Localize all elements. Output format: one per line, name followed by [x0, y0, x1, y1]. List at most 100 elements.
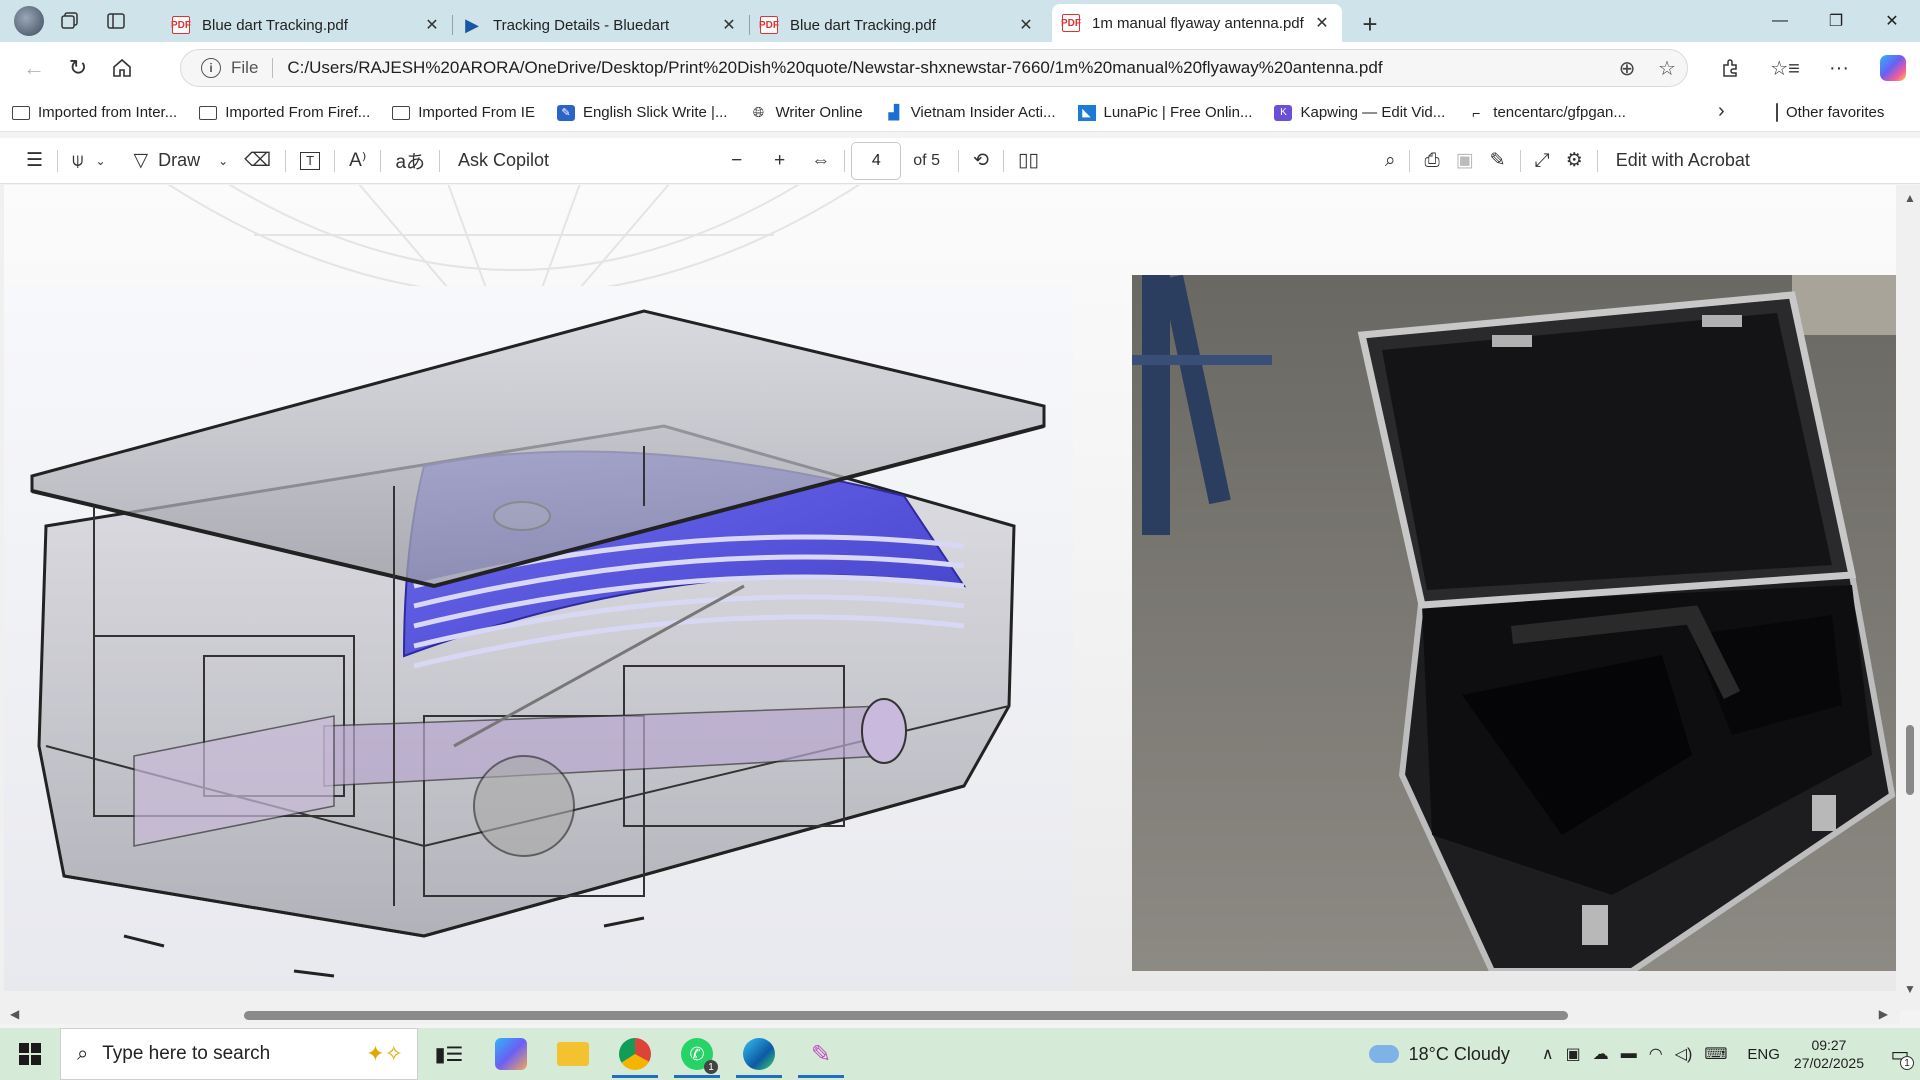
ask-copilot-button[interactable]: Ask Copilot	[446, 143, 557, 179]
other-favorites[interactable]: Other favorites	[1776, 103, 1884, 122]
pdf-icon: PDF	[759, 16, 779, 34]
address-bar[interactable]: i File C:/Users/RAJESH%20ARORA/OneDrive/…	[180, 49, 1688, 87]
whatsapp-button[interactable]: ✆ 1	[666, 1028, 728, 1080]
close-icon[interactable]: ✕	[719, 15, 739, 35]
edit-with-acrobat-button[interactable]: Edit with Acrobat	[1604, 143, 1758, 179]
tab-flyaway-antenna[interactable]: PDF 1m manual flyaway antenna.pdf ✕	[1052, 4, 1342, 42]
close-window-icon[interactable]: ✕	[1864, 0, 1920, 42]
chevron-down-icon[interactable]: ⌄	[218, 154, 228, 168]
scroll-up-icon[interactable]: ▲	[1904, 191, 1916, 205]
close-icon[interactable]: ✕	[1016, 15, 1036, 35]
vertical-scrollbar[interactable]: ▲ ▼	[1900, 185, 1920, 1010]
close-icon[interactable]: ✕	[422, 15, 442, 35]
favorite-item-imported-firefox[interactable]: Imported From Firef...	[199, 104, 370, 121]
tab-blue-dart-2[interactable]: PDF Blue dart Tracking.pdf ✕	[750, 8, 1046, 42]
start-button[interactable]	[0, 1028, 60, 1080]
refresh-button[interactable]: ↻	[56, 48, 100, 88]
favorite-item-vietnam-insider[interactable]: ▟ Vietnam Insider Acti...	[885, 104, 1055, 121]
info-icon[interactable]: i	[201, 58, 221, 78]
save-as-button[interactable]: ✎	[1482, 143, 1514, 179]
chevron-right-icon[interactable]: ›	[1718, 100, 1725, 123]
chart-icon: ▟	[888, 104, 900, 120]
network-icon[interactable]: ◠	[1649, 1044, 1663, 1064]
translate-button[interactable]: aあ	[387, 143, 433, 179]
close-icon[interactable]: ✕	[1312, 13, 1332, 33]
fit-width-button[interactable]: ⇔	[803, 143, 838, 179]
workspaces-icon[interactable]	[50, 3, 90, 39]
new-tab-button[interactable]: +	[1350, 7, 1390, 41]
copilot-app-button[interactable]	[480, 1028, 542, 1080]
pdf-viewport[interactable]: ▲ ▼	[0, 185, 1920, 1010]
language-indicator[interactable]: ENG	[1747, 1046, 1780, 1063]
find-button[interactable]: ⌕	[1377, 143, 1404, 179]
scroll-left-icon[interactable]: ◀	[10, 1007, 19, 1021]
profile-avatar[interactable]	[14, 6, 44, 36]
draw-button[interactable]: ▽ Draw ⌄	[126, 143, 237, 179]
favorite-item-imported-ie[interactable]: Imported From IE	[392, 104, 535, 121]
onedrive-icon[interactable]: ☁	[1593, 1044, 1609, 1064]
rotate-button[interactable]: ⟲	[965, 143, 997, 179]
restore-icon[interactable]: ❐	[1808, 0, 1864, 42]
favorite-item-slick-write[interactable]: ✎ English Slick Write |...	[556, 104, 727, 121]
minimize-icon[interactable]: —	[1752, 0, 1808, 42]
favorite-item-lunapic[interactable]: ◣ LunaPic | Free Onlin...	[1077, 104, 1252, 121]
favorite-item-kapwing[interactable]: K Kapwing — Edit Vid...	[1274, 104, 1445, 121]
read-aloud-icon: A⁾	[349, 150, 367, 171]
read-aloud-button[interactable]: A⁾	[341, 143, 374, 179]
page-view-button[interactable]: ▯▯	[1010, 143, 1047, 179]
favorite-item-imported-inter[interactable]: Imported from Inter...	[12, 104, 177, 121]
toolbar-divider	[57, 149, 59, 172]
page-number-input[interactable]: 4	[851, 141, 902, 180]
notifications-button[interactable]: ▭ 1	[1880, 1028, 1920, 1080]
favorites-icon[interactable]: ☆≡	[1758, 48, 1812, 88]
print-button[interactable]: ⎙	[1416, 143, 1447, 179]
scroll-down-icon[interactable]: ▼	[1904, 982, 1916, 996]
tab-blue-dart-1[interactable]: PDF Blue dart Tracking.pdf ✕	[162, 8, 452, 42]
contents-button[interactable]: ☰	[18, 143, 51, 179]
favorite-item-writer-online[interactable]: 🌐︎ Writer Online	[749, 104, 863, 121]
settings-button[interactable]: ⚙	[1558, 143, 1591, 179]
clock[interactable]: 09:27 27/02/2025	[1794, 1036, 1864, 1072]
vertical-scroll-thumb[interactable]	[1906, 725, 1914, 795]
volume-icon[interactable]: ◁)	[1675, 1044, 1693, 1064]
chevron-up-icon[interactable]: ∧	[1542, 1044, 1554, 1064]
minus-icon: −	[731, 149, 743, 171]
toolbar-divider	[957, 149, 959, 172]
more-options-icon[interactable]: ···	[1812, 48, 1866, 88]
edge-button[interactable]	[728, 1028, 790, 1080]
task-view-button[interactable]: ▮☰	[418, 1028, 480, 1080]
save-button[interactable]: ▣	[1448, 143, 1482, 179]
search-icon: ⌕	[77, 1042, 89, 1065]
home-button[interactable]	[100, 48, 144, 88]
sparkles-icon: ✦✧	[366, 1041, 403, 1066]
favorite-star-icon[interactable]: ☆	[1647, 56, 1687, 81]
weather-widget[interactable]: 18°C Cloudy	[1368, 1044, 1510, 1065]
tab-tracking-details[interactable]: ▶ Tracking Details - Bluedart ✕	[453, 8, 749, 42]
highlight-button[interactable]: ⍦ ⌄	[64, 143, 113, 179]
erase-button[interactable]: ⌫	[236, 143, 279, 179]
add-text-button[interactable]: T	[292, 143, 328, 179]
battery-icon[interactable]: ▬	[1621, 1045, 1637, 1063]
horizontal-scrollbar[interactable]: ◀ ▶	[0, 1006, 1900, 1024]
back-button[interactable]: ←	[12, 48, 56, 88]
scroll-right-icon[interactable]: ▶	[1879, 1007, 1888, 1021]
url-text[interactable]: C:/Users/RAJESH%20ARORA/OneDrive/Desktop…	[287, 58, 1607, 78]
fullscreen-button[interactable]: ⤢	[1527, 143, 1558, 179]
vertical-tabs-icon[interactable]	[96, 3, 136, 39]
cad-case-drawing	[30, 309, 1046, 978]
favorite-item-tencentarc[interactable]: ⌐ tencentarc/gfpgan...	[1467, 104, 1626, 121]
favorite-label: tencentarc/gfpgan...	[1493, 104, 1626, 121]
extensions-icon[interactable]	[1704, 48, 1758, 88]
horizontal-scroll-thumb[interactable]	[244, 1011, 1568, 1020]
zoom-icon[interactable]: ⊕	[1607, 56, 1647, 81]
copilot-button[interactable]	[1866, 48, 1920, 88]
keyboard-icon[interactable]: ⌨	[1704, 1044, 1727, 1064]
chrome-button[interactable]	[604, 1028, 666, 1080]
taskbar-search[interactable]: ⌕ Type here to search ✦✧	[60, 1028, 418, 1080]
meet-icon[interactable]: ▣	[1566, 1044, 1581, 1064]
chevron-down-icon[interactable]: ⌄	[95, 154, 105, 168]
paint-button[interactable]: ✎	[790, 1028, 852, 1080]
zoom-in-button[interactable]: +	[766, 143, 793, 179]
file-explorer-button[interactable]	[542, 1028, 604, 1080]
zoom-out-button[interactable]: −	[723, 143, 750, 179]
